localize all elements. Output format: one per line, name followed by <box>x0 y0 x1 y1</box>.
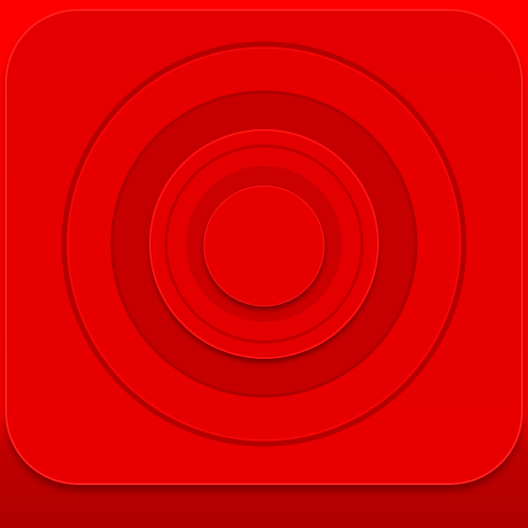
app-icon-canvas <box>0 0 528 528</box>
concentric-rings-icon[interactable] <box>0 0 528 528</box>
